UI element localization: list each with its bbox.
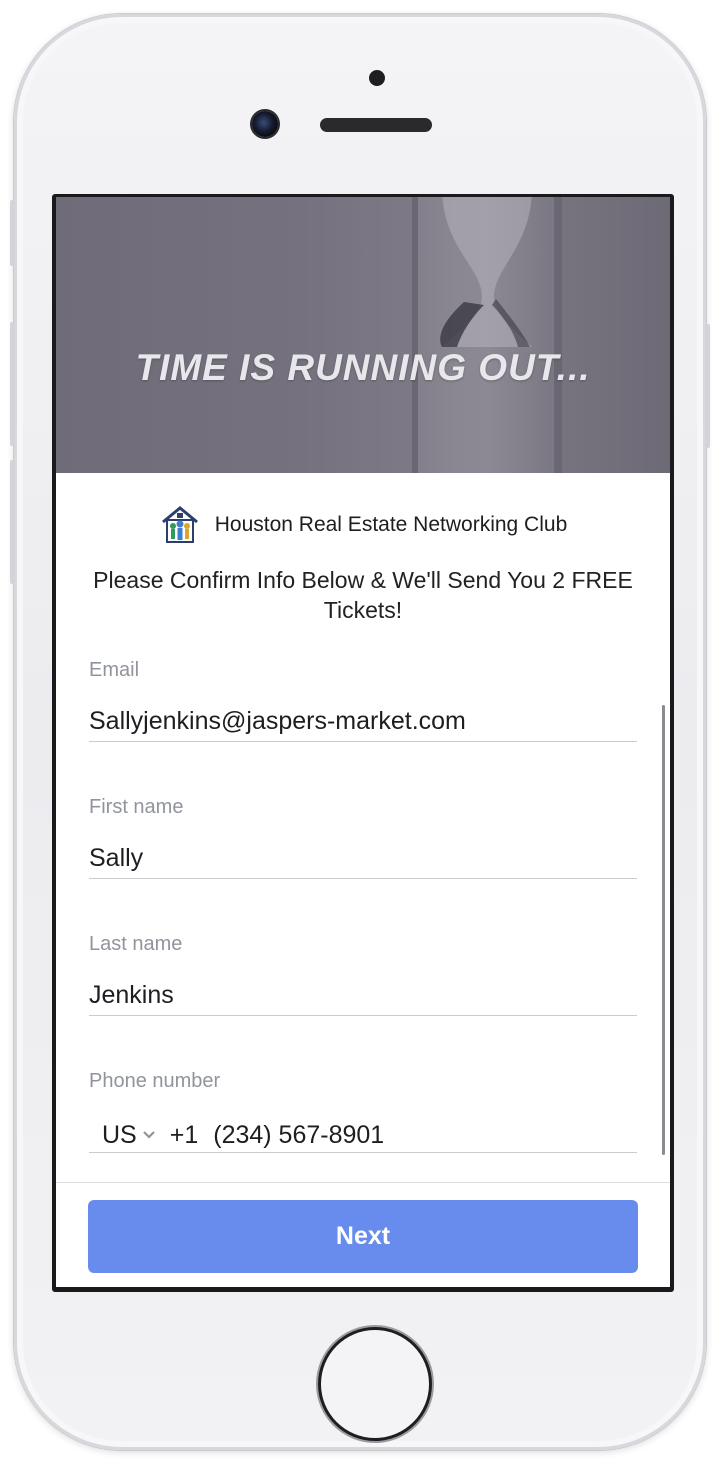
email-input[interactable]: Sallyjenkins@jaspers-market.com [89, 707, 637, 741]
last-name-field[interactable]: Last name Jenkins [89, 933, 637, 1016]
email-label: Email [89, 659, 140, 681]
house-family-logo-icon [161, 506, 198, 543]
last-name-label: Last name [89, 933, 183, 955]
brand-name: Houston Real Estate Networking Club [214, 513, 568, 536]
phone-label: Phone number [89, 1070, 221, 1092]
hero-banner: TIME IS RUNNING OUT... [56, 197, 670, 473]
first-name-label: First name [89, 796, 184, 818]
earpiece-speaker [320, 118, 432, 132]
form-intro: Please Confirm Info Below & We'll Send Y… [93, 567, 633, 623]
chevron-down-icon [142, 1131, 155, 1139]
next-button[interactable]: Next [88, 1200, 638, 1273]
dial-code: +1 [169, 1120, 199, 1149]
last-name-input[interactable]: Jenkins [89, 981, 637, 1015]
mute-switch [10, 200, 15, 266]
scrollbar[interactable] [662, 705, 665, 1155]
power-button [705, 324, 710, 448]
proximity-sensor [369, 70, 385, 86]
first-name-field[interactable]: First name Sally [89, 796, 637, 879]
country-code: US [102, 1120, 137, 1149]
phone-screen: TIME IS RUNNING OUT... Houston Real Esta… [52, 194, 674, 1292]
home-button[interactable] [321, 1330, 429, 1438]
country-selector[interactable]: US [102, 1121, 170, 1150]
lead-form-screen: TIME IS RUNNING OUT... Houston Real Esta… [56, 197, 670, 1287]
volume-down-button [10, 460, 15, 584]
footer-divider [56, 1182, 670, 1183]
volume-up-button [10, 322, 15, 446]
front-camera-icon [252, 111, 278, 137]
hero-headline: TIME IS RUNNING OUT... [135, 347, 591, 388]
phone-input-row: US +1 (234) 567-8901 [89, 1118, 637, 1152]
phone-input[interactable]: (234) 567-8901 [213, 1121, 384, 1150]
brand-header: Houston Real Estate Networking Club [56, 503, 670, 547]
hourglass-icon [412, 197, 562, 473]
first-name-input[interactable]: Sally [89, 844, 637, 878]
email-field[interactable]: Email Sallyjenkins@jaspers-market.com [89, 659, 637, 742]
phone-field[interactable]: Phone number US +1 (234) 567-8901 [89, 1070, 637, 1153]
